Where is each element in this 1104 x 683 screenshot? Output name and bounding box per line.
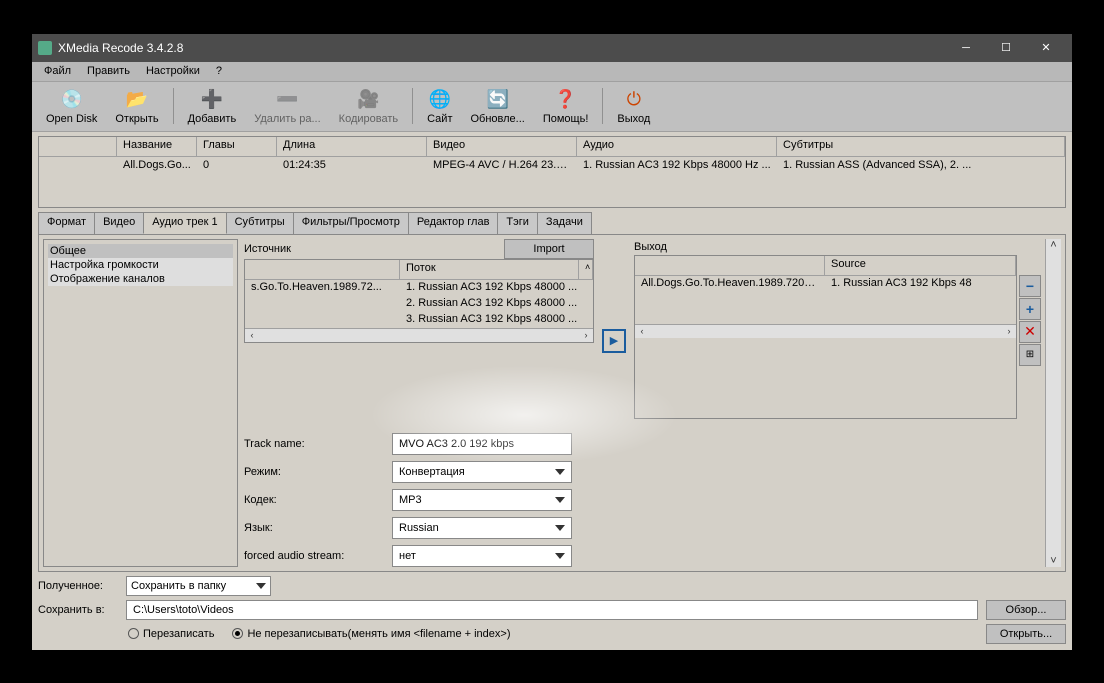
browse-button[interactable]: Обзор... [986,600,1066,620]
col-video[interactable]: Видео [427,137,577,156]
panel-scrollbar[interactable]: ˄˅ [1045,239,1061,567]
path-input[interactable] [126,600,978,620]
radio-icon [128,628,139,639]
overwrite-radio[interactable]: Перезаписать [128,628,214,640]
bottom-panel: Полученное: Сохранить в папку Сохранить … [38,576,1066,644]
output-label: Выход [634,239,1045,255]
source-label: Источник [244,241,291,257]
files-list: Название Главы Длина Видео Аудио Субтитр… [38,136,1066,208]
no-overwrite-radio[interactable]: Не перезаписывать(менять имя <filename +… [232,628,510,640]
codec-select[interactable]: MP3 [392,489,572,511]
mode-select[interactable]: Конвертация [392,461,572,483]
section-general[interactable]: Общее [48,244,233,258]
help-button[interactable]: ❓ Помощь! [535,85,597,127]
minimize-button[interactable]: ─ [946,34,986,62]
received-select[interactable]: Сохранить в папку [126,576,271,596]
update-button[interactable]: 🔄 Обновле... [462,85,532,127]
app-window: XMedia Recode 3.4.2.8 ─ ☐ ✕ Файл Править… [31,33,1073,651]
section-channels[interactable]: Отображение каналов [48,272,233,286]
app-icon [38,41,52,55]
options-button[interactable]: ⊞ [1019,344,1041,366]
open-file-button[interactable]: 📂 Открыть [107,85,166,127]
radio-icon [232,628,243,639]
plus-icon: ➕ [200,87,224,111]
window-title: XMedia Recode 3.4.2.8 [58,41,946,55]
tab-chapters[interactable]: Редактор глав [408,212,499,234]
add-button[interactable]: ➕ Добавить [180,85,245,127]
titlebar: XMedia Recode 3.4.2.8 ─ ☐ ✕ [32,34,1072,62]
col-name[interactable]: Название [117,137,197,156]
col-audio[interactable]: Аудио [577,137,777,156]
delete-track-button[interactable]: ✕ [1019,321,1041,343]
language-label: Язык: [244,522,384,534]
refresh-icon: 🔄 [486,87,510,111]
move-right-button[interactable]: ▶ [602,329,626,353]
forced-select[interactable]: нет [392,545,572,567]
section-volume[interactable]: Настройка громкости [48,258,233,272]
exit-button[interactable]: ⏻ Выход [609,85,658,127]
forced-label: forced audio stream: [244,550,384,562]
received-label: Полученное: [38,580,118,592]
menubar: Файл Править Настройки ? [32,62,1072,82]
col-subs[interactable]: Субтитры [777,137,1065,156]
site-button[interactable]: 🌐 Сайт [419,85,460,127]
mode-label: Режим: [244,466,384,478]
close-button[interactable]: ✕ [1026,34,1066,62]
folder-icon: 📂 [125,87,149,111]
open-disk-button[interactable]: 💿 Open Disk [38,85,105,127]
remove-track-button[interactable]: − [1019,275,1041,297]
tab-strip: Формат Видео Аудио трек 1 Субтитры Фильт… [38,212,1066,234]
track-name-input[interactable] [392,433,572,455]
tab-filters[interactable]: Фильтры/Просмотр [293,212,409,234]
toolbar: 💿 Open Disk 📂 Открыть ➕ Добавить ➖ Удали… [32,82,1072,132]
add-track-button[interactable]: + [1019,298,1041,320]
col-source[interactable]: Source [825,256,1016,275]
power-icon: ⏻ [622,87,646,111]
question-icon: ❓ [554,87,578,111]
camera-icon: 🎥 [356,87,380,111]
tab-subtitles[interactable]: Субтитры [226,212,294,234]
open-folder-button[interactable]: Открыть... [986,624,1066,644]
output-scrollbar[interactable]: ‹› [635,324,1016,338]
menu-edit[interactable]: Править [81,63,136,79]
col-length[interactable]: Длина [277,137,427,156]
tab-video[interactable]: Видео [94,212,144,234]
codec-label: Кодек: [244,494,384,506]
tab-jobs[interactable]: Задачи [537,212,592,234]
remove-button: ➖ Удалить ра... [246,85,328,127]
tab-tags[interactable]: Тэги [497,212,538,234]
disk-icon: 💿 [60,87,84,111]
col-stream[interactable]: Поток [400,260,579,279]
track-name-label: Track name: [244,438,384,450]
language-select[interactable]: Russian [392,517,572,539]
menu-settings[interactable]: Настройки [140,63,206,79]
tab-format[interactable]: Формат [38,212,95,234]
minus-icon: ➖ [275,87,299,111]
import-button[interactable]: Import [504,239,594,259]
menu-file[interactable]: Файл [38,63,77,79]
col-chapters[interactable]: Главы [197,137,277,156]
file-row[interactable]: All.Dogs.Go... 0 01:24:35 MPEG-4 AVC / H… [39,157,1065,175]
saveto-label: Сохранить в: [38,604,118,616]
maximize-button[interactable]: ☐ [986,34,1026,62]
audio-sections: Общее Настройка громкости Отображение ка… [43,239,238,567]
encode-button: 🎥 Кодировать [331,85,406,127]
tab-audio-1[interactable]: Аудио трек 1 [143,212,226,234]
globe-icon: 🌐 [428,87,452,111]
menu-help[interactable]: ? [210,63,228,79]
source-scrollbar[interactable]: ‹› [245,328,593,342]
audio-form: Track name: Режим: Конвертация Кодек: MP… [244,433,1045,567]
